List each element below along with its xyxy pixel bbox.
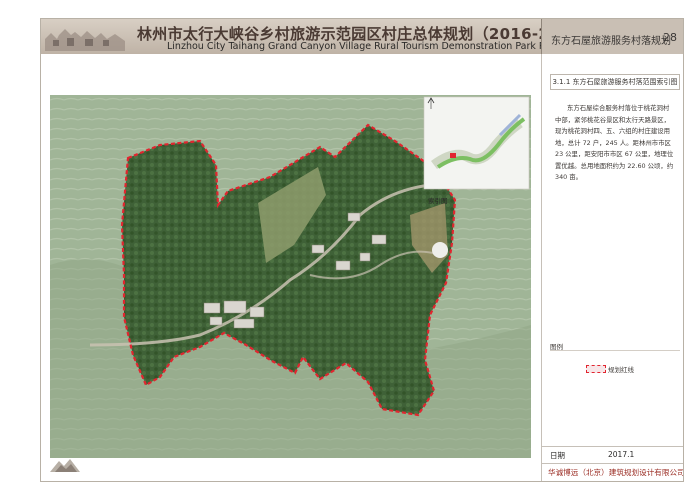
water-tank (432, 242, 448, 258)
site-description: 东方石屋综合服务村落位于桃花洞村中部，紧邻桃花谷景区和太行天路景区，现为桃花洞村… (555, 104, 674, 181)
inset-index-map[interactable] (423, 96, 530, 190)
section-heading: 3.1.1 东方石屋旅游服务村落范围索引图 (550, 74, 680, 90)
page-subtitle: Linzhou City Taihang Grand Canyon Villag… (167, 41, 580, 52)
plan-sheet: 林州市太行大峡谷乡村旅游示范园区村庄总体规划（2016-2030） Linzho… (40, 18, 684, 482)
boundary-legend-swatch (586, 365, 606, 373)
legend-item-label: 规划红线 (608, 366, 634, 374)
legend-divider (550, 350, 680, 351)
aerial-map[interactable]: 索引图 (50, 95, 531, 458)
mountain-logo-icon (50, 459, 80, 472)
section-name: 东方石屋旅游服务村落规划 (551, 36, 671, 47)
inset-label: 索引图 (428, 196, 448, 205)
page-number: 28 (663, 31, 677, 44)
date-row: 日期 2017.1 (542, 446, 683, 464)
company-name: 华诚博远（北京）建筑规划设计有限公司 (548, 468, 684, 477)
header-bar: 林州市太行大峡谷乡村旅游示范园区村庄总体规划（2016-2030） Linzho… (41, 19, 683, 54)
village-skyline-icon (45, 29, 125, 51)
info-panel: 3.1.1 东方石屋旅游服务村落范围索引图 东方石屋综合服务村落位于桃花洞村中部… (541, 54, 684, 481)
date-value: 2017.1 (608, 450, 635, 459)
inset-location-marker (450, 153, 456, 158)
date-label: 日期 (550, 451, 565, 460)
